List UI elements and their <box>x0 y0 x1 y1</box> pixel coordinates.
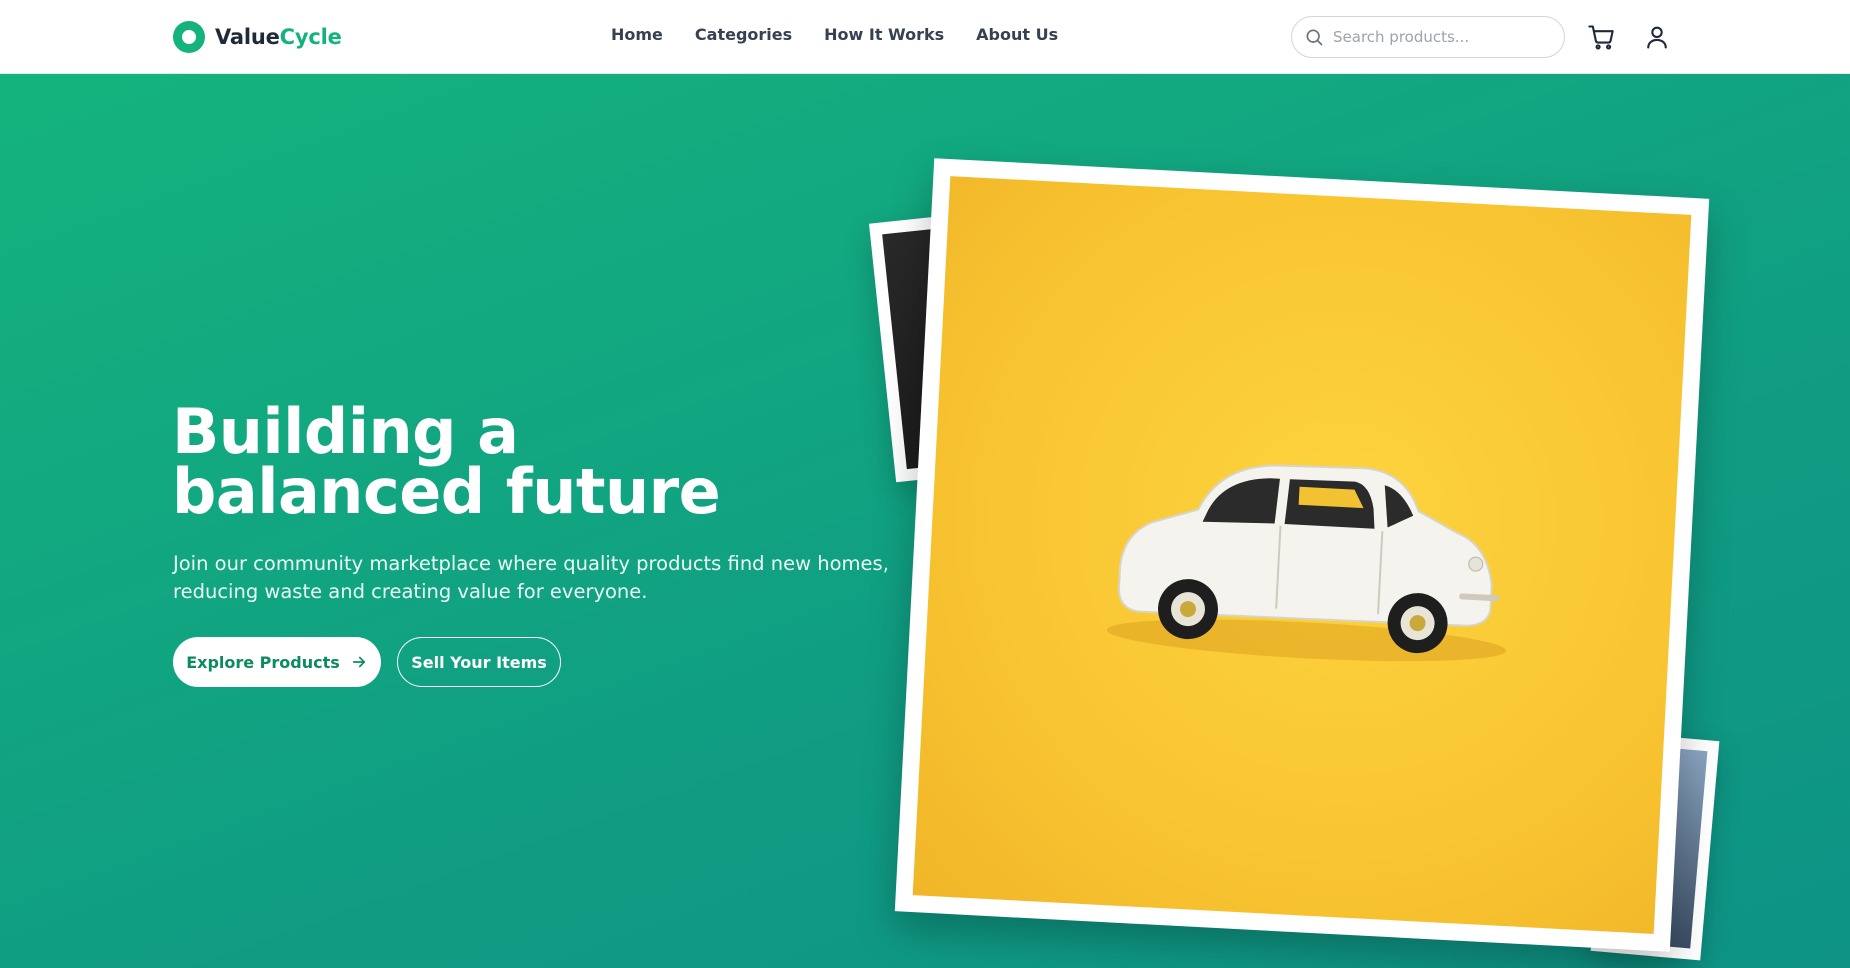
site-header: ValueCycle Home Categories How It Works … <box>0 0 1850 74</box>
explore-products-button[interactable]: Explore Products <box>173 637 381 687</box>
user-account-button[interactable] <box>1643 23 1671 51</box>
hero-section: Building a balanced future Join our comm… <box>0 74 1850 968</box>
search-box <box>1291 16 1565 58</box>
featured-product-photo <box>894 158 1710 952</box>
explore-products-label: Explore Products <box>186 652 340 672</box>
user-icon <box>1647 26 1667 49</box>
sell-items-label: Sell Your Items <box>411 652 547 672</box>
main-nav: Home Categories How It Works About Us <box>611 25 1090 44</box>
cart-button[interactable] <box>1587 23 1615 51</box>
nav-item-home[interactable]: Home <box>611 25 663 44</box>
toy-car-illustration <box>1106 464 1507 662</box>
hero-subtitle: Join our community marketplace where qua… <box>173 552 889 603</box>
search-icon <box>1306 29 1323 46</box>
hero-title: Building a balanced future <box>172 395 721 528</box>
logo-icon <box>173 21 205 53</box>
nav-item-about-us[interactable]: About Us <box>976 25 1058 44</box>
logo-text-accent: Cycle <box>279 25 342 49</box>
logo-text: ValueCycle <box>215 25 342 49</box>
cart-icon <box>1588 25 1614 50</box>
featured-product-image <box>912 176 1692 934</box>
sell-items-button[interactable]: Sell Your Items <box>397 637 561 687</box>
nav-item-categories[interactable]: Categories <box>695 25 792 44</box>
logo-text-primary: Value <box>215 25 280 49</box>
nav-item-how-it-works[interactable]: How It Works <box>824 25 944 44</box>
search-input[interactable] <box>1333 28 1543 46</box>
arrow-right-icon <box>352 656 365 668</box>
logo[interactable]: ValueCycle <box>173 21 342 53</box>
